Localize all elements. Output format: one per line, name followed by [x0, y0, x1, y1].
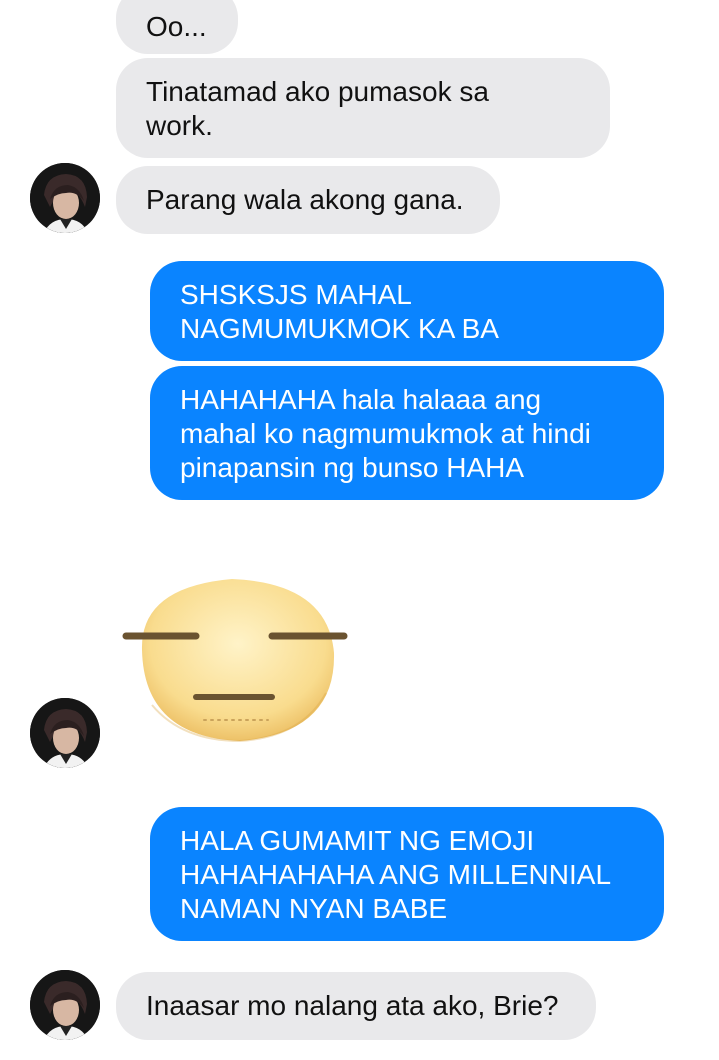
message-bubble-received[interactable]: Tinatamad ako pumasok sa work. [116, 58, 610, 158]
contact-avatar[interactable] [30, 970, 100, 1040]
avatar-image [30, 970, 100, 1040]
contact-avatar[interactable] [30, 698, 100, 768]
contact-avatar[interactable] [30, 163, 100, 233]
message-bubble-received[interactable]: Oo... [116, 0, 238, 54]
message-bubble-received[interactable]: Inaasar mo nalang ata ako, Brie? [116, 972, 596, 1040]
message-bubble-sent[interactable]: SHSKSJS MAHAL NAGMUMUKMOK KA BA [150, 261, 664, 361]
message-bubble-sent[interactable]: HAHAHAHA hala halaaa ang mahal ko nagmum… [150, 366, 664, 500]
expressionless-face-icon [122, 579, 348, 743]
avatar-image [30, 698, 100, 768]
avatar-image [30, 163, 100, 233]
message-bubble-sent[interactable]: HALA GUMAMIT NG EMOJI HAHAHAHAHA ANG MIL… [150, 807, 664, 941]
message-bubble-received[interactable]: Parang wala akong gana. [116, 166, 500, 234]
expressionless-face-sticker[interactable] [122, 565, 352, 755]
